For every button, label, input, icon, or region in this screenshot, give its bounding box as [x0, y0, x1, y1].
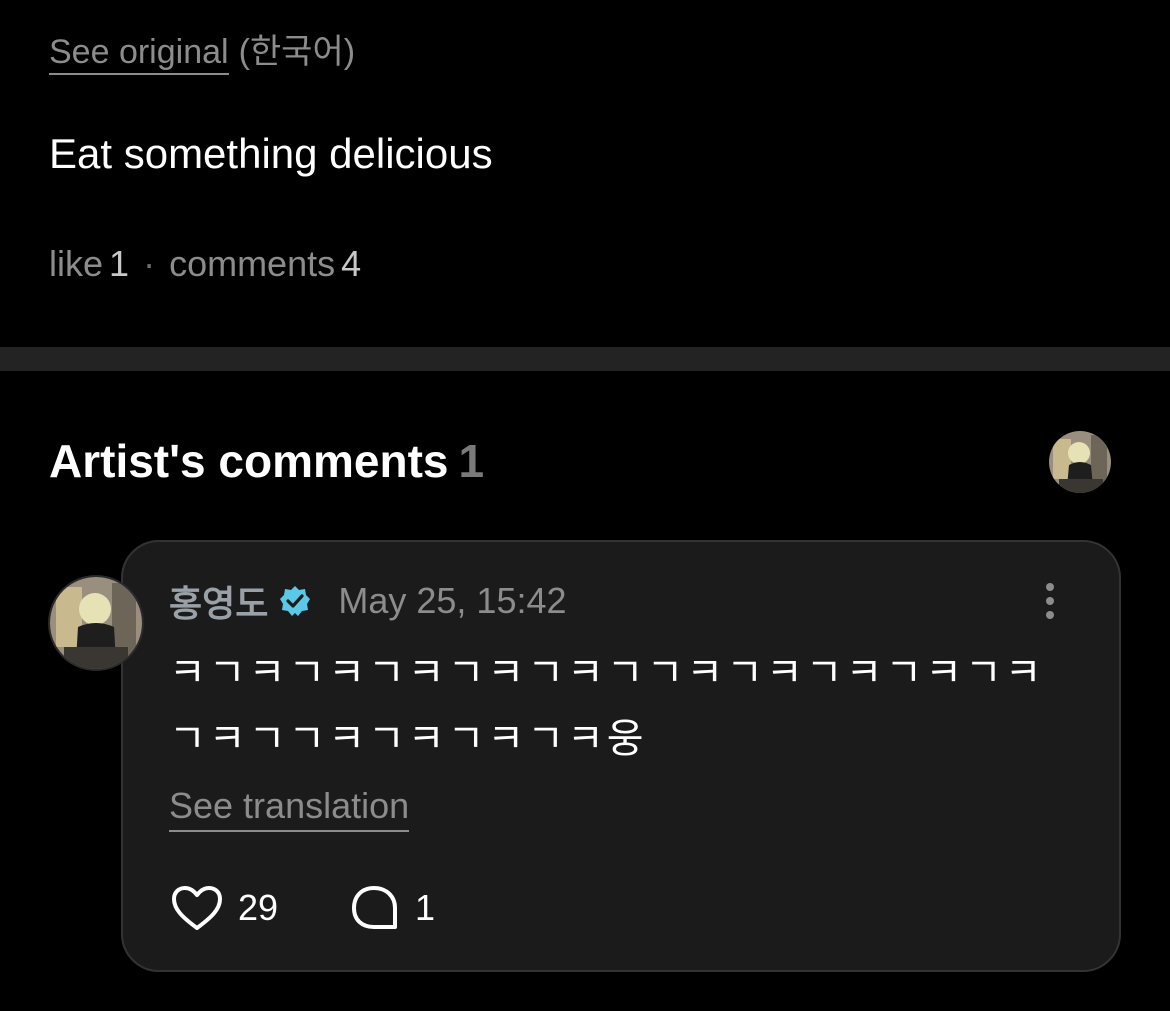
comment-text: ㅋㄱㅋㄱㅋㄱㅋㄱㅋㄱㅋㄱㄱㅋㄱㅋㄱㅋㄱㅋㄱㅋㄱㅋㄱㄱㅋㄱㅋㄱㅋㄱㅋ웅 [169, 650, 1045, 762]
likes-count: 1 [109, 243, 130, 284]
comments-label: comments [169, 243, 336, 284]
comment-author-avatar[interactable] [48, 575, 144, 671]
comments-count: 4 [341, 243, 362, 284]
heart-outline-icon [172, 886, 222, 930]
artist-comments-header: Artist's comments 1 [49, 432, 484, 490]
more-dot [1046, 611, 1054, 619]
section-divider [0, 347, 1170, 371]
comment-author-name[interactable]: 홍영도 [169, 575, 268, 627]
avatar-image [50, 577, 142, 669]
see-original-link[interactable]: See original [49, 33, 229, 75]
more-vertical-icon[interactable] [1034, 578, 1066, 624]
see-original-row: See original (한국어) [49, 30, 356, 75]
verified-badge-icon [280, 586, 311, 616]
post-likes-stat[interactable]: like 1 [49, 243, 129, 284]
original-language-label: (한국어) [238, 33, 356, 71]
comment-bubble-icon [352, 886, 397, 929]
comment-timestamp: May 25, 15:42 [338, 580, 567, 621]
post-stats: like 1 · comments 4 [49, 242, 361, 286]
stats-separator: · [143, 243, 156, 284]
artist-avatar-small[interactable] [1049, 431, 1111, 493]
like-count: 29 [238, 887, 279, 928]
avatar-image [1049, 431, 1111, 493]
reply-count: 1 [415, 887, 436, 928]
post-body-text: Eat something delicious [49, 130, 493, 177]
more-dot [1046, 597, 1054, 605]
like-button[interactable]: 29 [170, 880, 278, 936]
more-dot [1046, 583, 1054, 591]
artist-comments-count: 1 [458, 435, 485, 487]
likes-label: like [49, 243, 104, 284]
post-comments-stat[interactable]: comments 4 [169, 243, 361, 284]
artist-comments-title: Artist's comments [49, 435, 449, 487]
reply-button[interactable]: 1 [349, 880, 435, 936]
comment-header: 홍영도 May 25, 15:42 [169, 575, 567, 627]
post-detail-screen: See original (한국어) Eat something deliciou… [0, 0, 1170, 1011]
see-translation-link[interactable]: See translation [169, 784, 410, 832]
